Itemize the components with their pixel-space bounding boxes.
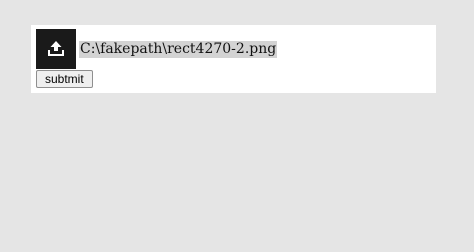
file-input-row: C:\fakepath\rect4270-2.png	[36, 29, 278, 69]
upload-form: C:\fakepath\rect4270-2.png subtmit	[31, 25, 436, 93]
submit-button[interactable]: subtmit	[36, 70, 93, 88]
upload-icon-glyph	[48, 41, 64, 56]
selected-file-path: C:\fakepath\rect4270-2.png	[79, 40, 278, 58]
upload-icon[interactable]	[36, 29, 76, 69]
